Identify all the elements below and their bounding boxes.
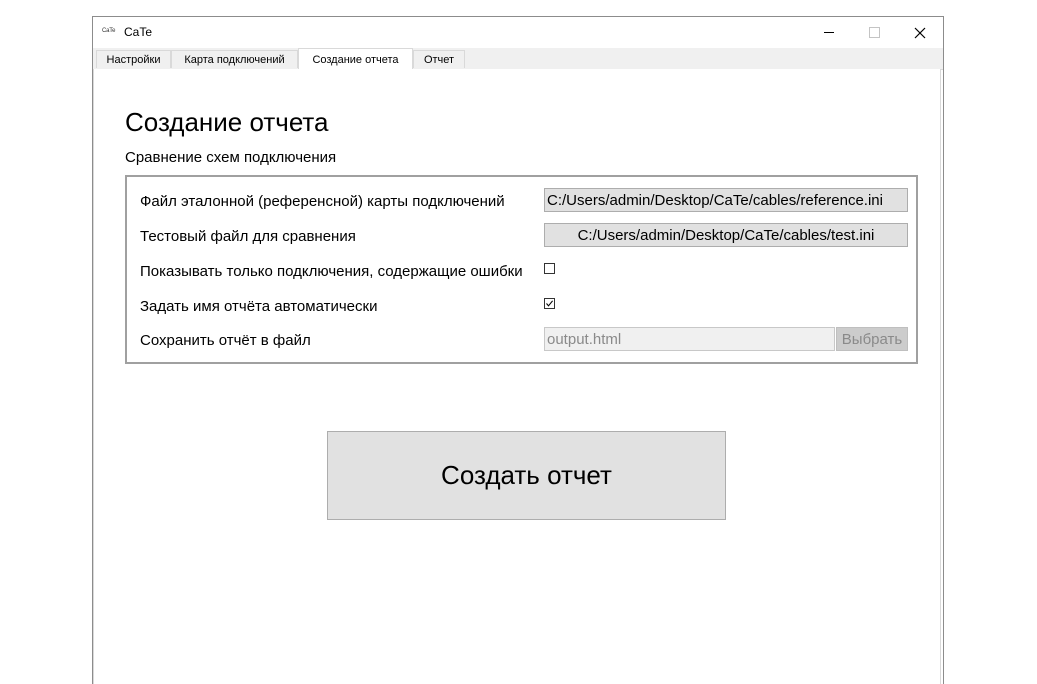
errors-only-checkbox[interactable] [544,263,555,274]
tab-connection-map[interactable]: Карта подключений [171,50,298,68]
tab-create-report[interactable]: Создание отчета [298,48,413,70]
auto-name-label: Задать имя отчёта автоматически [140,298,378,315]
tab-settings[interactable]: Настройки [96,50,171,68]
settings-group: Файл эталонной (референсной) карты подкл… [125,175,918,364]
minimize-button[interactable] [806,17,852,48]
test-file-label: Тестовый файл для сравнения [140,228,356,245]
title-bar[interactable]: CaTe CaTe [93,17,943,48]
auto-name-checkbox[interactable] [544,298,555,309]
close-button[interactable] [897,17,943,48]
app-icon: CaTe [102,28,116,34]
test-file-button[interactable]: C:/Users/admin/Desktop/CaTe/cables/test.… [544,223,908,247]
create-report-button[interactable]: Создать отчет [327,431,726,520]
tab-content: Создание отчета Сравнение схем подключен… [93,69,941,684]
choose-file-button[interactable]: Выбрать [836,327,908,351]
section-subtitle: Сравнение схем подключения [125,149,337,166]
output-file-field[interactable]: output.html [544,327,835,351]
tab-report[interactable]: Отчет [413,50,465,68]
reference-file-label: Файл эталонной (референсной) карты подкл… [140,193,505,210]
maximize-icon [868,27,880,38]
close-icon [914,27,926,38]
tab-bar: Настройки Карта подключений Создание отч… [93,48,943,70]
page-title: Создание отчета [125,107,329,137]
save-report-label: Сохранить отчёт в файл [140,332,311,349]
app-window: CaTe CaTe Настройки Карта подключений Со… [92,16,944,684]
checkmark-icon [546,300,554,307]
minimize-icon [824,32,834,33]
errors-only-label: Показывать только подключения, содержащи… [140,263,523,280]
reference-file-button[interactable]: C:/Users/admin/Desktop/CaTe/cables/refer… [544,188,908,212]
maximize-button[interactable] [851,17,897,48]
window-title: CaTe [124,25,153,39]
